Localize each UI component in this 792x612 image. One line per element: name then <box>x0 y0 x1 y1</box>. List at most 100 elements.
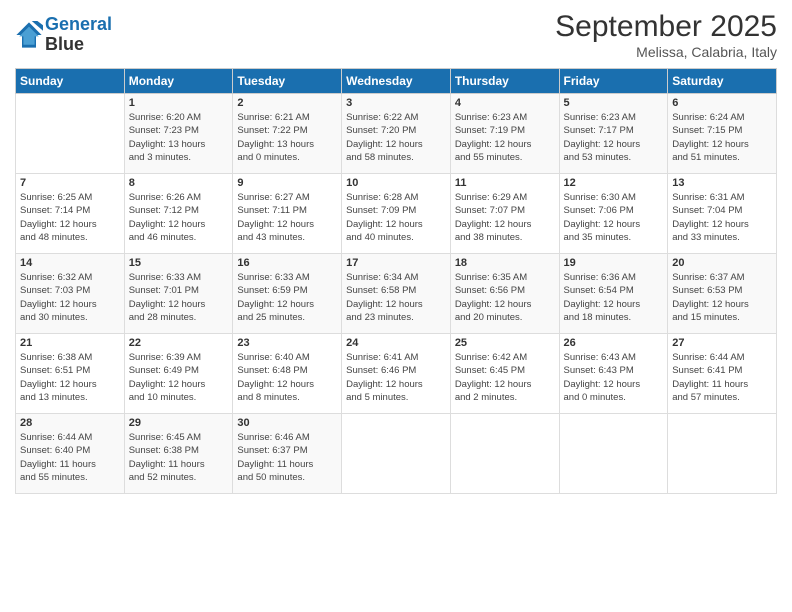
day-number: 9 <box>237 177 337 189</box>
day-info: Sunrise: 6:27 AM Sunset: 7:11 PM Dayligh… <box>237 191 337 244</box>
day-number: 20 <box>672 257 772 269</box>
month-title: September 2025 <box>555 10 777 44</box>
day-info: Sunrise: 6:39 AM Sunset: 6:49 PM Dayligh… <box>129 351 229 404</box>
day-number: 16 <box>237 257 337 269</box>
calendar-cell <box>559 414 668 494</box>
day-header-tuesday: Tuesday <box>233 69 342 94</box>
calendar-cell: 11 Sunrise: 6:29 AM Sunset: 7:07 PM Dayli… <box>450 174 559 254</box>
calendar-cell: 16 Sunrise: 6:33 AM Sunset: 6:59 PM Dayli… <box>233 254 342 334</box>
week-row-1: 1Sunrise: 6:20 AM Sunset: 7:23 PM Daylig… <box>16 94 777 174</box>
day-info: Sunrise: 6:21 AM Sunset: 7:22 PM Dayligh… <box>237 111 337 164</box>
day-info: Sunrise: 6:22 AM Sunset: 7:20 PM Dayligh… <box>346 111 446 164</box>
day-number: 25 <box>455 337 555 349</box>
day-number: 6 <box>672 97 772 109</box>
calendar-cell: 23Sunrise: 6:40 AM Sunset: 6:48 PM Dayli… <box>233 334 342 414</box>
calendar-cell: 27 Sunrise: 6:44 AM Sunset: 6:41 PM Dayli… <box>668 334 777 414</box>
day-info: Sunrise: 6:37 AM Sunset: 6:53 PM Dayligh… <box>672 271 772 324</box>
day-number: 30 <box>237 417 337 429</box>
day-number: 4 <box>455 97 555 109</box>
day-number: 23 <box>237 337 337 349</box>
day-info: Sunrise: 6:46 AM Sunset: 6:37 PM Dayligh… <box>237 431 337 484</box>
calendar-cell: 4 Sunrise: 6:23 AM Sunset: 7:19 PM Daylig… <box>450 94 559 174</box>
day-info: Sunrise: 6:42 AM Sunset: 6:45 PM Dayligh… <box>455 351 555 404</box>
calendar-cell: 8Sunrise: 6:26 AM Sunset: 7:12 PM Daylig… <box>124 174 233 254</box>
day-header-monday: Monday <box>124 69 233 94</box>
location: Melissa, Calabria, Italy <box>555 44 777 60</box>
day-number: 29 <box>129 417 229 429</box>
day-number: 18 <box>455 257 555 269</box>
calendar-cell: 15 Sunrise: 6:33 AM Sunset: 7:01 PM Dayli… <box>124 254 233 334</box>
calendar-cell: 26 Sunrise: 6:43 AM Sunset: 6:43 PM Dayli… <box>559 334 668 414</box>
calendar-cell: 29 Sunrise: 6:45 AM Sunset: 6:38 PM Dayli… <box>124 414 233 494</box>
week-row-5: 28Sunrise: 6:44 AM Sunset: 6:40 PM Dayli… <box>16 414 777 494</box>
calendar-cell <box>342 414 451 494</box>
day-number: 22 <box>129 337 229 349</box>
day-info: Sunrise: 6:28 AM Sunset: 7:09 PM Dayligh… <box>346 191 446 244</box>
day-info: Sunrise: 6:32 AM Sunset: 7:03 PM Dayligh… <box>20 271 120 324</box>
day-info: Sunrise: 6:30 AM Sunset: 7:06 PM Dayligh… <box>564 191 664 244</box>
day-number: 15 <box>129 257 229 269</box>
days-header-row: SundayMondayTuesdayWednesdayThursdayFrid… <box>16 69 777 94</box>
day-info: Sunrise: 6:34 AM Sunset: 6:58 PM Dayligh… <box>346 271 446 324</box>
day-number: 11 <box>455 177 555 189</box>
day-number: 24 <box>346 337 446 349</box>
calendar-cell: 24 Sunrise: 6:41 AM Sunset: 6:46 PM Dayli… <box>342 334 451 414</box>
day-number: 10 <box>346 177 446 189</box>
title-block: September 2025 Melissa, Calabria, Italy <box>555 10 777 60</box>
day-info: Sunrise: 6:35 AM Sunset: 6:56 PM Dayligh… <box>455 271 555 324</box>
day-number: 26 <box>564 337 664 349</box>
day-info: Sunrise: 6:29 AM Sunset: 7:07 PM Dayligh… <box>455 191 555 244</box>
calendar-cell: 30 Sunrise: 6:46 AM Sunset: 6:37 PM Dayli… <box>233 414 342 494</box>
day-info: Sunrise: 6:23 AM Sunset: 7:19 PM Dayligh… <box>455 111 555 164</box>
day-info: Sunrise: 6:36 AM Sunset: 6:54 PM Dayligh… <box>564 271 664 324</box>
calendar-cell: 9 Sunrise: 6:27 AM Sunset: 7:11 PM Daylig… <box>233 174 342 254</box>
day-number: 27 <box>672 337 772 349</box>
calendar-cell: 18 Sunrise: 6:35 AM Sunset: 6:56 PM Dayli… <box>450 254 559 334</box>
logo-text: General Blue <box>45 15 112 55</box>
day-header-sunday: Sunday <box>16 69 125 94</box>
week-row-4: 21 Sunrise: 6:38 AM Sunset: 6:51 PM Dayli… <box>16 334 777 414</box>
day-info: Sunrise: 6:33 AM Sunset: 6:59 PM Dayligh… <box>237 271 337 324</box>
calendar-cell: 19 Sunrise: 6:36 AM Sunset: 6:54 PM Dayli… <box>559 254 668 334</box>
day-info: Sunrise: 6:23 AM Sunset: 7:17 PM Dayligh… <box>564 111 664 164</box>
day-info: Sunrise: 6:33 AM Sunset: 7:01 PM Dayligh… <box>129 271 229 324</box>
calendar-cell: 13 Sunrise: 6:31 AM Sunset: 7:04 PM Dayli… <box>668 174 777 254</box>
day-info: Sunrise: 6:41 AM Sunset: 6:46 PM Dayligh… <box>346 351 446 404</box>
calendar-cell: 6Sunrise: 6:24 AM Sunset: 7:15 PM Daylig… <box>668 94 777 174</box>
day-info: Sunrise: 6:25 AM Sunset: 7:14 PM Dayligh… <box>20 191 120 244</box>
day-number: 7 <box>20 177 120 189</box>
day-number: 13 <box>672 177 772 189</box>
day-number: 19 <box>564 257 664 269</box>
day-info: Sunrise: 6:44 AM Sunset: 6:40 PM Dayligh… <box>20 431 120 484</box>
day-number: 5 <box>564 97 664 109</box>
week-row-2: 7 Sunrise: 6:25 AM Sunset: 7:14 PM Daylig… <box>16 174 777 254</box>
day-header-thursday: Thursday <box>450 69 559 94</box>
calendar-cell: 17 Sunrise: 6:34 AM Sunset: 6:58 PM Dayli… <box>342 254 451 334</box>
calendar-cell: 3 Sunrise: 6:22 AM Sunset: 7:20 PM Daylig… <box>342 94 451 174</box>
day-number: 2 <box>237 97 337 109</box>
logo: General Blue <box>15 15 112 55</box>
day-info: Sunrise: 6:26 AM Sunset: 7:12 PM Dayligh… <box>129 191 229 244</box>
calendar-cell <box>16 94 125 174</box>
day-number: 17 <box>346 257 446 269</box>
day-header-wednesday: Wednesday <box>342 69 451 94</box>
calendar-cell: 5 Sunrise: 6:23 AM Sunset: 7:17 PM Daylig… <box>559 94 668 174</box>
day-header-saturday: Saturday <box>668 69 777 94</box>
week-row-3: 14Sunrise: 6:32 AM Sunset: 7:03 PM Dayli… <box>16 254 777 334</box>
day-info: Sunrise: 6:44 AM Sunset: 6:41 PM Dayligh… <box>672 351 772 404</box>
calendar-cell: 10 Sunrise: 6:28 AM Sunset: 7:09 PM Dayli… <box>342 174 451 254</box>
calendar-cell <box>668 414 777 494</box>
calendar-cell: 1Sunrise: 6:20 AM Sunset: 7:23 PM Daylig… <box>124 94 233 174</box>
logo-icon <box>15 21 43 49</box>
calendar-table: SundayMondayTuesdayWednesdayThursdayFrid… <box>15 68 777 494</box>
day-number: 21 <box>20 337 120 349</box>
calendar-cell: 14Sunrise: 6:32 AM Sunset: 7:03 PM Dayli… <box>16 254 125 334</box>
day-info: Sunrise: 6:38 AM Sunset: 6:51 PM Dayligh… <box>20 351 120 404</box>
day-info: Sunrise: 6:45 AM Sunset: 6:38 PM Dayligh… <box>129 431 229 484</box>
calendar-cell <box>450 414 559 494</box>
day-info: Sunrise: 6:31 AM Sunset: 7:04 PM Dayligh… <box>672 191 772 244</box>
day-number: 3 <box>346 97 446 109</box>
calendar-cell: 20 Sunrise: 6:37 AM Sunset: 6:53 PM Dayli… <box>668 254 777 334</box>
day-number: 1 <box>129 97 229 109</box>
day-info: Sunrise: 6:43 AM Sunset: 6:43 PM Dayligh… <box>564 351 664 404</box>
